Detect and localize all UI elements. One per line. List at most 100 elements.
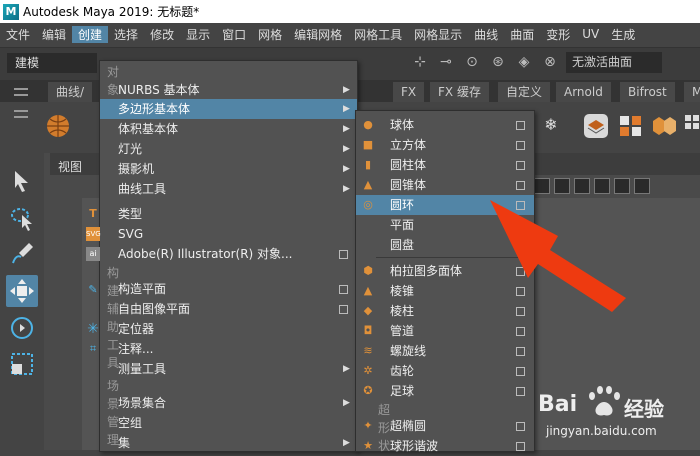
menu-item-lights[interactable]: 灯光 ▶ — [100, 139, 357, 159]
menu-surfaces[interactable]: 曲面 — [504, 26, 540, 43]
menu-item-nurbs-primitives[interactable]: NURBS 基本体 ▶ — [100, 80, 357, 100]
menu-item-illustrator-object[interactable]: Adobe(R) Illustrator(R) 对象... — [100, 244, 357, 264]
poly-pyramid-icon: ▲ — [363, 284, 373, 297]
rotate-tool-icon[interactable] — [6, 312, 38, 344]
poly-item-spherical-harmonics[interactable]: ★ 球形谐波 — [356, 436, 534, 456]
option-box-icon — [339, 305, 348, 314]
menu-edit[interactable]: 编辑 — [36, 26, 72, 43]
cubes-shelf-icon[interactable] — [651, 113, 677, 139]
menu-mesh-tools[interactable]: 网格工具 — [348, 26, 408, 43]
shelf-tab-more[interactable]: M — [684, 82, 700, 102]
poly-cylinder-icon: ▮ — [364, 158, 372, 171]
menu-mesh-display[interactable]: 网格显示 — [408, 26, 468, 43]
maya-logo-icon: M — [3, 3, 19, 20]
shelf-tab-curves[interactable]: 曲线/ — [48, 82, 94, 102]
menu-window[interactable]: 窗口 — [216, 26, 252, 43]
menu-item-construction-plane[interactable]: 构造平面 — [100, 279, 357, 299]
poly-prism-icon: ◆ — [363, 304, 373, 317]
menu-modify[interactable]: 修改 — [144, 26, 180, 43]
menu-item-annotation[interactable]: 注释... — [100, 339, 357, 359]
snap-view-icon[interactable]: ◈ — [514, 52, 534, 72]
poly-harmonics-icon: ★ — [363, 439, 373, 452]
locator-icon: ✳ — [87, 321, 99, 337]
menu-item-sets[interactable]: 集 ▶ — [100, 433, 357, 453]
menu-item-cameras[interactable]: 摄影机 ▶ — [100, 159, 357, 179]
menu-curves[interactable]: 曲线 — [468, 26, 504, 43]
menu-item-polygon-primitives[interactable]: 多边形基本体 ▶ — [100, 99, 357, 119]
mode-selector[interactable]: 建模 — [7, 53, 97, 73]
poly-item-super-ellipse[interactable]: ✦ 超椭圆 — [356, 416, 534, 436]
menu-item-svg[interactable]: SVG — [100, 224, 357, 244]
snap-point-icon[interactable]: ⊙ — [462, 52, 482, 72]
poly-item-pipe[interactable]: ◘ 管道 — [356, 321, 534, 341]
poly-item-cube[interactable]: ■ 立方体 — [356, 135, 534, 155]
snap-curve-icon[interactable]: ⊸ — [436, 52, 456, 72]
poly-gear-icon: ✲ — [363, 364, 373, 377]
construction-plane-icon: ✎ — [88, 283, 98, 296]
snowflake-shelf-icon[interactable]: ❄ — [538, 113, 564, 139]
poly-torus-icon: ◎ — [363, 198, 373, 211]
menu-file[interactable]: 文件 — [0, 26, 36, 43]
menu-item-free-image-plane[interactable]: 自由图像平面 — [100, 299, 357, 319]
watermark-url: jingyan.baidu.com — [546, 424, 657, 438]
menu-item-locator[interactable]: 定位器 — [100, 319, 357, 339]
annotation-icon: ⌗ — [89, 342, 97, 355]
watermark-brand: Bai — [538, 392, 578, 417]
option-box-icon — [516, 367, 525, 376]
lasso-tool-icon[interactable] — [6, 202, 38, 234]
option-box-icon — [516, 387, 525, 396]
menu-item-volume-primitives[interactable]: 体积基本体 ▶ — [100, 119, 357, 139]
snap-grid-icon[interactable]: ⊹ — [410, 52, 430, 72]
poly-cube-icon: ■ — [362, 138, 374, 151]
poly-sphere-icon: ● — [363, 118, 373, 131]
poly-platonic-icon: ⬢ — [363, 264, 373, 277]
baidu-watermark: Bai 经验 jingyan.baidu.com — [538, 378, 698, 448]
poly-soccer-ball-icon: ✪ — [363, 384, 373, 397]
poly-helix-icon: ≋ — [363, 344, 373, 357]
menu-item-empty-group[interactable]: 空组 — [100, 413, 357, 433]
menu-uv[interactable]: UV — [576, 27, 605, 41]
poly-pipe-icon: ◘ — [363, 324, 373, 337]
poly-item-helix[interactable]: ≋ 螺旋线 — [356, 341, 534, 361]
shelf-menu-icon[interactable] — [14, 88, 28, 96]
shelf-tab-fx[interactable]: FX — [393, 82, 426, 102]
shelf-tab-custom[interactable]: 自定义 — [498, 82, 552, 102]
type-icon: T — [89, 207, 97, 220]
menu-select[interactable]: 选择 — [108, 26, 144, 43]
menu-deform[interactable]: 变形 — [540, 26, 576, 43]
option-box-icon — [516, 327, 525, 336]
menu-mesh[interactable]: 网格 — [252, 26, 288, 43]
menu-edit-mesh[interactable]: 编辑网格 — [288, 26, 348, 43]
poly-item-cylinder[interactable]: ▮ 圆柱体 — [356, 155, 534, 175]
shelf-tab-bifrost[interactable]: Bifrost — [620, 82, 676, 102]
option-box-icon — [516, 161, 525, 170]
make-live-icon[interactable]: ⊗ — [540, 52, 560, 72]
shelf-handle-icon — [14, 110, 28, 118]
snap-surface-icon[interactable]: ⊛ — [488, 52, 508, 72]
select-tool-icon[interactable] — [6, 165, 38, 197]
menu-generate[interactable]: 生成 — [605, 26, 641, 43]
shelf-tab-arnold[interactable]: Arnold — [556, 82, 612, 102]
snap-icons: ⊹ ⊸ ⊙ ⊛ ◈ ⊗ — [410, 52, 560, 72]
menu-item-measure-tools[interactable]: 测量工具 ▶ — [100, 359, 357, 379]
poly-item-soccer-ball[interactable]: ✪ 足球 — [356, 381, 534, 401]
option-box-icon — [516, 347, 525, 356]
menu-display[interactable]: 显示 — [180, 26, 216, 43]
menu-item-curve-tools[interactable]: 曲线工具 ▶ — [100, 179, 357, 199]
layers-shelf-icon[interactable] — [583, 113, 609, 139]
blocks-shelf-icon[interactable] — [618, 113, 644, 139]
grid-shelf-icon[interactable] — [683, 113, 700, 139]
shelf-tab-fx-cache[interactable]: FX 缓存 — [430, 82, 490, 102]
poly-item-gear[interactable]: ✲ 齿轮 — [356, 361, 534, 381]
move-tool-icon[interactable] — [6, 275, 38, 307]
menu-create[interactable]: 创建 — [72, 25, 109, 43]
menu-item-type[interactable]: 类型 — [100, 204, 357, 224]
menu-item-scene-assembly[interactable]: 场景集合 ▶ — [100, 393, 357, 413]
scale-tool-icon[interactable] — [6, 348, 38, 380]
sphere-shelf-icon[interactable] — [45, 113, 71, 139]
poly-item-sphere[interactable]: ● 球体 — [356, 115, 534, 135]
viewport-label[interactable]: 视图 — [58, 158, 82, 175]
annotation-arrow — [490, 200, 626, 312]
live-object-field[interactable]: 无激活曲面 — [566, 52, 662, 73]
paint-select-tool-icon[interactable] — [6, 238, 38, 270]
